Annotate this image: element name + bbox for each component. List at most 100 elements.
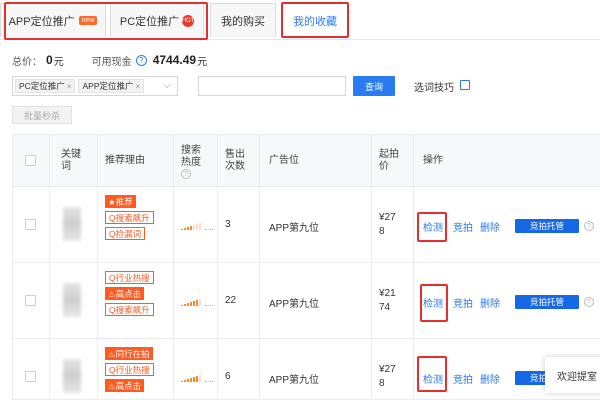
reason-tag: Q行业热搜: [105, 271, 154, 284]
managed-bid-button[interactable]: 竞拍托管: [515, 219, 579, 233]
start-price-line1: ¥21: [379, 288, 396, 299]
heat-help-icon[interactable]: ?: [181, 169, 191, 179]
heat-indicator: [181, 221, 213, 230]
tips-link[interactable]: 选词技巧: [414, 79, 454, 94]
header-sold: 售出 次数: [225, 148, 245, 173]
header-price: 起拍价: [379, 148, 399, 173]
sold-count: 6: [225, 371, 231, 382]
table-row: Q行业热搜 ♨高点击 Q搜索飙升 22 APP第九位 ¥21 74 检测 竞拍 删除 竞拍托管?: [13, 263, 600, 339]
bid-link[interactable]: 竞拍: [453, 371, 473, 386]
table-row: ♨同行在拍Q行业热搜♨高点击6APP第九位¥278检测竞拍删除竞拍托管?: [13, 339, 600, 400]
check-link[interactable]: 检测: [423, 219, 443, 234]
delete-link[interactable]: 删除: [480, 219, 500, 234]
heat-bar: [184, 228, 186, 230]
chevron-down-icon[interactable]: ⌵: [163, 80, 171, 91]
blurred-keyword: [63, 359, 81, 393]
help-icon[interactable]: ?: [135, 54, 147, 66]
sold-count: 22: [225, 295, 237, 306]
chip-remove-icon[interactable]: ×: [136, 82, 141, 91]
chip-app: APP定位推广 ×: [78, 79, 145, 93]
managed-help-icon[interactable]: ?: [584, 221, 594, 231]
select-all-checkbox[interactable]: [25, 155, 36, 166]
delete-link[interactable]: 删除: [480, 295, 500, 310]
heat-bar: [190, 302, 192, 306]
heat-bar: [181, 381, 183, 382]
heat-bar: [190, 378, 192, 382]
header-reason: 推荐理由: [105, 154, 145, 166]
start-price-line1: ¥27: [379, 212, 396, 223]
tab-label: APP定位推广: [8, 15, 75, 28]
cash-value: 4744.49: [152, 53, 197, 67]
start-price-line1: ¥27: [379, 364, 396, 375]
reason-tag: Q搜索飙升: [105, 303, 154, 316]
reason-tag: Q搜索飙升: [105, 211, 154, 224]
heat-bar: [196, 376, 198, 382]
start-price-line2: 8: [379, 378, 385, 389]
managed-bid-button[interactable]: 竞拍托管: [515, 295, 579, 309]
heat-bar: [184, 380, 186, 382]
chip-label: PC定位推广: [19, 81, 65, 91]
reason-tag: Q行业热搜: [105, 363, 154, 376]
search-button[interactable]: 查询: [353, 76, 395, 96]
heat-bar: [196, 224, 198, 230]
check-link[interactable]: 检测: [423, 295, 443, 310]
sold-count: 3: [225, 219, 231, 230]
reason-tag: Q捡漏词: [105, 227, 146, 240]
promotion-type-select[interactable]: PC定位推广 × APP定位推广 × ⌵: [12, 76, 178, 96]
ad-slot: APP第九位: [269, 375, 320, 386]
tab-pc-promotion[interactable]: PC定位推广 HOT: [110, 3, 204, 37]
tab-label: 我的购买: [221, 15, 265, 28]
cash-unit: 元: [197, 56, 208, 68]
tab-app-promotion[interactable]: APP定位推广 new: [0, 3, 106, 37]
total-unit: 元: [53, 56, 64, 68]
bid-link[interactable]: 竞拍: [453, 295, 473, 310]
tab-my-favorites[interactable]: 我的收藏: [282, 3, 348, 37]
heat-bar: [196, 300, 198, 306]
tab-label: 我的收藏: [293, 15, 337, 28]
heat-bar: [184, 304, 186, 306]
heat-bar: [193, 377, 195, 382]
batch-snipe-button[interactable]: 批量秒杀: [12, 106, 72, 124]
blurred-keyword: [63, 283, 81, 317]
heat-bar: [187, 227, 189, 230]
heat-bar: [181, 229, 183, 230]
delete-link[interactable]: 删除: [480, 371, 500, 386]
chip-label: APP定位推广: [82, 81, 134, 91]
keyword-table: 关键词 推荐理由 搜索 热度 ? 售出 次数 广告位 起拍价 操作 ★推荐 Q搜索飙升…: [12, 134, 600, 400]
heat-bar: [193, 301, 195, 306]
heat-indicator: [181, 373, 213, 382]
ad-slot: APP第九位: [269, 223, 320, 234]
blurred-keyword: [63, 207, 81, 241]
heat-bar: [199, 299, 201, 306]
ad-slot: APP第九位: [269, 299, 320, 310]
managed-help-icon[interactable]: ?: [584, 297, 594, 307]
bid-link[interactable]: 竞拍: [453, 219, 473, 234]
row-checkbox[interactable]: [25, 219, 36, 230]
summary-bar: 总价： 0 元 可用现金 ? 4744.49 元: [12, 52, 207, 68]
check-link[interactable]: 检测: [423, 371, 443, 386]
reason-tag: ♨高点击: [105, 287, 145, 300]
header-actions: 操作: [423, 154, 443, 166]
reason-tag: ♨同行在拍: [105, 347, 153, 360]
chip-remove-icon[interactable]: ×: [67, 82, 72, 91]
tab-my-purchases[interactable]: 我的购买: [210, 3, 276, 37]
heat-bar: [181, 305, 183, 306]
page-root: APP定位推广 new PC定位推广 HOT 我的购买 我的收藏 总价： 0 元…: [0, 0, 600, 400]
start-price-line2: 74: [379, 302, 391, 313]
cash-label: 可用现金: [91, 56, 132, 68]
heat-bar: [199, 375, 201, 382]
new-badge: new: [78, 16, 98, 25]
table-header: 关键词 推荐理由 搜索 热度 ? 售出 次数 广告位 起拍价 操作: [13, 135, 600, 187]
keyword-search-input[interactable]: [198, 76, 346, 96]
row-checkbox[interactable]: [25, 295, 36, 306]
total-value: 0: [46, 53, 53, 67]
welcome-toast: 欢迎提室: [545, 357, 600, 393]
tips-icon[interactable]: [460, 80, 470, 90]
row-checkbox[interactable]: [25, 371, 36, 382]
table-row: ★推荐 Q搜索飙升 Q捡漏词 3 APP第九位 ¥27 8 检测 竞拍 删除 竞拍托管?: [13, 187, 600, 263]
heat-bar: [187, 303, 189, 306]
tab-bar: APP定位推广 new PC定位推广 HOT 我的购买 我的收藏: [0, 0, 600, 40]
header-keyword: 关键词: [61, 148, 81, 173]
heat-dots: [205, 229, 213, 230]
hot-badge-icon: HOT: [182, 14, 194, 27]
